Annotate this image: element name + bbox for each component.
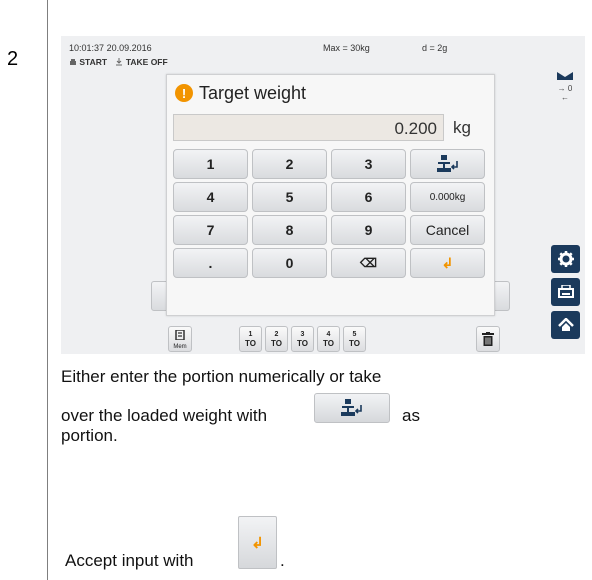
margin-rule (47, 0, 48, 580)
info-icon: ! (175, 84, 193, 102)
step-number: 2 (7, 48, 19, 70)
unit-label: kg (453, 118, 471, 137)
tare-memory-5-button[interactable]: 5 TO (343, 326, 366, 352)
cancel-button[interactable]: Cancel (410, 215, 485, 245)
dialog-title-text: Target weight (199, 82, 307, 103)
key-3[interactable]: 3 (331, 149, 406, 179)
key-5[interactable]: 5 (252, 182, 327, 212)
instruction-line-3: portion. (61, 426, 118, 445)
take-over-weight-icon (436, 155, 458, 172)
device-screen: 10:01:37 20.09.2016 Max = 30kg d = 2g ST… (61, 36, 585, 354)
key-0[interactable]: 0 (252, 248, 327, 278)
key-decimal[interactable]: . (173, 248, 248, 278)
key-9[interactable]: 9 (331, 215, 406, 245)
instruction-line-2b: as (402, 406, 420, 425)
weight-input-field[interactable]: 0.200 (173, 114, 444, 141)
trash-icon (482, 332, 494, 346)
take-over-weight-icon (341, 399, 362, 416)
backspace-button[interactable]: ⌫ (331, 248, 406, 278)
printer-icon (70, 59, 76, 65)
take-over-weight-button[interactable] (410, 149, 485, 179)
inline-accept-button: ↲ (238, 516, 277, 569)
max-capacity: Max = 30kg (323, 43, 370, 53)
key-2[interactable]: 2 (252, 149, 327, 179)
memory-icon (175, 329, 185, 341)
instruction-line-1: Either enter the portion numerically or … (61, 367, 382, 386)
instruction-line-2a: over the loaded weight with (61, 406, 268, 425)
print-button[interactable] (551, 278, 580, 306)
delete-button[interactable] (476, 326, 500, 352)
inline-take-over-weight-button (314, 393, 390, 423)
zero-indicator: → 0 ← (557, 84, 573, 102)
key-6[interactable]: 6 (331, 182, 406, 212)
tare-memory-3-button[interactable]: 3 TO (291, 326, 314, 352)
key-4[interactable]: 4 (173, 182, 248, 212)
tare-memory-2-button[interactable]: 2 TO (265, 326, 288, 352)
key-7[interactable]: 7 (173, 215, 248, 245)
key-8[interactable]: 8 (252, 215, 327, 245)
instruction-line-4-end: . (280, 551, 285, 570)
gear-icon (557, 251, 574, 267)
settings-button[interactable] (551, 245, 580, 273)
bottom-toolbar: Mem 1 TO 2 TO 3 TO 4 TO 5 TO (61, 325, 585, 354)
accept-button[interactable]: ↲ (410, 248, 485, 278)
readability: d = 2g (422, 43, 448, 53)
key-1[interactable]: 1 (173, 149, 248, 179)
stability-icon (555, 72, 575, 82)
memory-button[interactable]: Mem (168, 326, 192, 352)
status-time: 10:01:37 20.09.2016 (69, 43, 152, 53)
tare-memory-4-button[interactable]: 4 TO (317, 326, 340, 352)
target-weight-dialog: ! Target weight 0.200 kg 1 2 3 4 5 6 0.0… (166, 74, 495, 316)
status-flags: START TAKE OFF (69, 57, 168, 67)
accept-icon: ↲ (251, 534, 264, 552)
tare-memory-1-button[interactable]: 1 TO (239, 326, 262, 352)
instruction-line-4: Accept input with (65, 551, 194, 570)
dialog-title: ! Target weight (175, 82, 306, 104)
tare-value-button[interactable]: 0.000kg (410, 182, 485, 212)
download-icon (116, 58, 123, 66)
printer-icon (557, 285, 574, 298)
